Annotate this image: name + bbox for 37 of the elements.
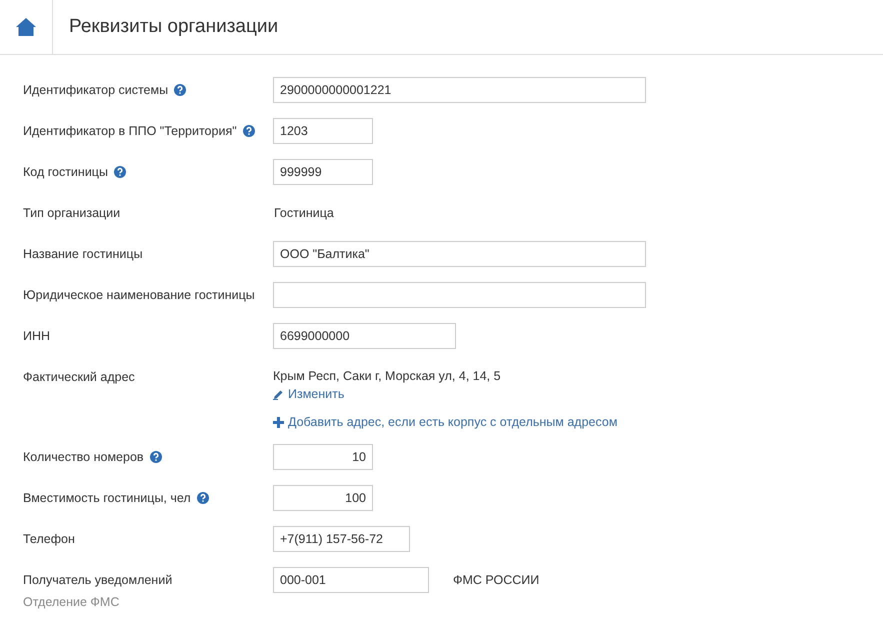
help-icon[interactable] <box>242 125 255 137</box>
field-sublabel: Отделение ФМС <box>23 595 120 609</box>
field-label: Фактический адрес <box>23 370 135 384</box>
field-label: ИНН <box>23 329 50 343</box>
field-value: Гостиница <box>274 206 334 220</box>
plus-icon <box>273 416 284 428</box>
field-label: Код гостиницы <box>23 165 108 179</box>
input-field[interactable]: +7(911) 157-56-72 <box>273 526 410 552</box>
help-icon[interactable] <box>196 492 209 504</box>
help-icon[interactable] <box>150 451 162 463</box>
field-note: ФМС РОССИИ <box>453 573 540 587</box>
input-field[interactable]: 999999 <box>273 159 373 185</box>
input-field[interactable]: 1203 <box>273 118 373 144</box>
field-label: Тип организации <box>23 206 120 220</box>
field-label: Вместимость гостиницы, чел <box>23 491 191 505</box>
address-text: Крым Респ, Саки г, Морская ул, 4, 14, 5 <box>273 369 501 383</box>
edit-link[interactable]: Изменить <box>273 387 344 401</box>
add-address-link[interactable]: Добавить адрес, если есть корпус с отдельным адресом <box>273 415 618 429</box>
field-label: Количество номеров <box>23 450 144 464</box>
input-field[interactable]: 2900000000001221 <box>273 77 646 103</box>
field-label: Юридическое наименование гостиницы <box>23 288 255 302</box>
help-icon[interactable] <box>114 166 126 178</box>
field-label: Название гостиницы <box>23 247 143 261</box>
input-field[interactable]: ООО "Балтика" <box>273 241 646 267</box>
input-field[interactable]: 10 <box>273 444 373 470</box>
home-icon[interactable] <box>15 17 37 37</box>
input-field[interactable] <box>273 282 646 308</box>
field-label: Идентификатор в ППО "Территория" <box>23 124 237 138</box>
field-label: Идентификатор системы <box>23 83 168 97</box>
input-field[interactable]: 100 <box>273 485 373 511</box>
input-field[interactable]: 6699000000 <box>273 323 456 349</box>
help-icon[interactable] <box>174 84 186 96</box>
field-label: Телефон <box>23 532 75 546</box>
field-label: Получатель уведомлений <box>23 573 172 587</box>
input-field[interactable]: 000-001 <box>273 567 429 593</box>
page-title: Реквизиты организации <box>69 16 278 38</box>
pencil-icon <box>273 388 284 400</box>
